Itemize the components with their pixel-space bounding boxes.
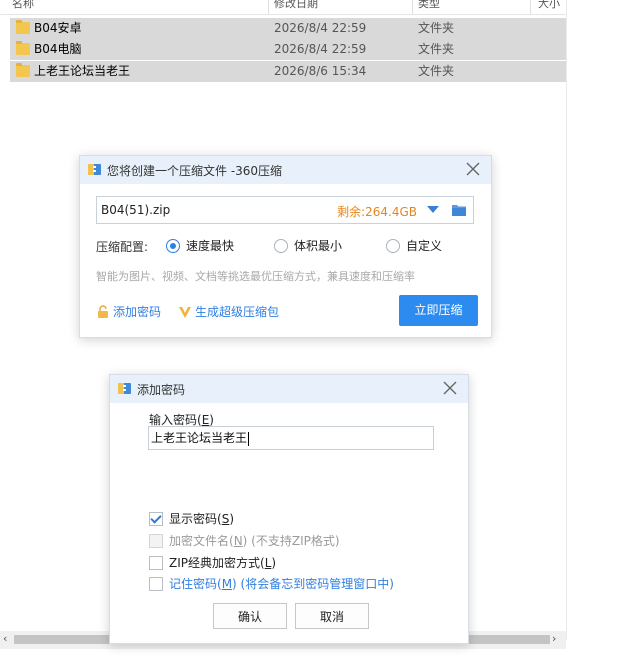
encrypt-filenames-label: 加密文件名(N) (不支持ZIP格式): [169, 534, 340, 548]
column-name[interactable]: 名称: [12, 0, 34, 11]
show-password-label: 显示密码(S): [169, 512, 234, 526]
remaining-space: 剩余:264.4GB: [337, 205, 417, 219]
file-name: B04电脑: [34, 42, 82, 56]
scroll-left-icon[interactable]: ‹: [3, 632, 7, 645]
ok-button[interactable]: 确认: [213, 603, 287, 629]
text-caret: [248, 431, 250, 446]
password-dialog: 添加密码 输入密码(E) 上老王论坛当老王 显示密码(S) 加密文件名(N) (…: [109, 374, 469, 644]
compress-dialog-titlebar[interactable]: 您将创建一个压缩文件 -360压缩: [80, 156, 491, 184]
column-date[interactable]: 修改日期: [274, 0, 318, 11]
encrypt-filenames-checkbox: 加密文件名(N) (不支持ZIP格式): [149, 532, 340, 549]
checkbox-icon: [149, 555, 163, 570]
file-type: 文件夹: [418, 21, 455, 35]
output-path-field[interactable]: B04(51).zip 剩余:264.4GB: [96, 196, 474, 224]
v-badge-icon: [179, 306, 191, 318]
password-input[interactable]: 上老王论坛当老王: [148, 426, 434, 450]
close-icon[interactable]: [440, 378, 460, 398]
file-date: 2026/8/4 22:59: [274, 21, 367, 35]
file-row[interactable]: B04安卓 2026/8/4 22:59 文件夹: [10, 18, 566, 39]
password-dialog-titlebar[interactable]: 添加密码: [110, 375, 468, 403]
super-compress-label: 生成超级压缩包: [195, 305, 280, 319]
column-header: 名称 修改日期 类型 大小: [0, 0, 566, 15]
option-smallest[interactable]: 体积最小: [274, 237, 342, 254]
file-type: 文件夹: [418, 42, 455, 56]
radio-icon: [386, 238, 400, 253]
folder-icon: [16, 63, 30, 77]
zip-classic-label: ZIP经典加密方式(L): [169, 556, 277, 570]
file-name: 上老王论坛当老王: [34, 64, 131, 78]
compress-dialog-title: 您将创建一个压缩文件 -360压缩: [107, 164, 283, 178]
super-compress-link[interactable]: 生成超级压缩包: [178, 303, 279, 320]
browse-folder-icon[interactable]: [451, 203, 467, 217]
password-value: 上老王论坛当老王: [151, 431, 248, 445]
compress-hint: 智能为图片、视频、文档等挑选最优压缩方式，兼具速度和压缩率: [96, 270, 415, 283]
remember-password-checkbox[interactable]: 记住密码(M) (将会备忘到密码管理窗口中): [149, 575, 394, 592]
file-date: 2026/8/6 15:34: [274, 64, 367, 78]
dropdown-arrow-icon[interactable]: [427, 206, 439, 213]
file-row[interactable]: 上老王论坛当老王 2026/8/6 15:34 文件夹: [10, 61, 566, 82]
option-label: 自定义: [406, 239, 443, 253]
file-row[interactable]: B04电脑 2026/8/4 22:59 文件夹: [10, 39, 566, 60]
lock-icon: [98, 304, 108, 318]
checkbox-icon: [149, 576, 163, 591]
checkbox-icon: [149, 533, 163, 548]
file-name: B04安卓: [34, 21, 82, 35]
archive-filename: B04(51).zip: [101, 203, 171, 217]
folder-icon: [16, 41, 30, 55]
scroll-right-icon[interactable]: ›: [552, 632, 556, 645]
checkbox-checked-icon: [149, 511, 163, 526]
option-fastest[interactable]: 速度最快: [166, 237, 234, 254]
archive-app-icon: [88, 164, 101, 175]
archive-app-icon: [118, 383, 131, 394]
file-date: 2026/8/4 22:59: [274, 42, 367, 56]
compress-config-label: 压缩配置:: [96, 240, 149, 254]
radio-selected-icon: [166, 238, 180, 253]
compress-dialog: 您将创建一个压缩文件 -360压缩 B04(51).zip 剩余:264.4GB…: [79, 155, 492, 338]
divider: [566, 0, 567, 640]
column-type[interactable]: 类型: [418, 0, 440, 11]
option-custom[interactable]: 自定义: [386, 237, 442, 254]
add-password-link[interactable]: 添加密码: [96, 303, 161, 320]
file-type: 文件夹: [418, 64, 455, 78]
zip-classic-checkbox[interactable]: ZIP经典加密方式(L): [149, 554, 276, 571]
option-label: 体积最小: [294, 239, 343, 253]
remember-password-label: 记住密码(M) (将会备忘到密码管理窗口中): [169, 577, 394, 591]
password-dialog-title: 添加密码: [137, 383, 186, 397]
cancel-button[interactable]: 取消: [295, 603, 369, 629]
folder-icon: [16, 20, 30, 34]
compress-now-button[interactable]: 立即压缩: [399, 295, 478, 326]
column-size[interactable]: 大小: [538, 0, 560, 11]
close-icon[interactable]: [463, 159, 483, 179]
add-password-label: 添加密码: [113, 305, 162, 319]
show-password-checkbox[interactable]: 显示密码(S): [149, 510, 234, 527]
option-label: 速度最快: [186, 239, 235, 253]
radio-icon: [274, 238, 288, 253]
